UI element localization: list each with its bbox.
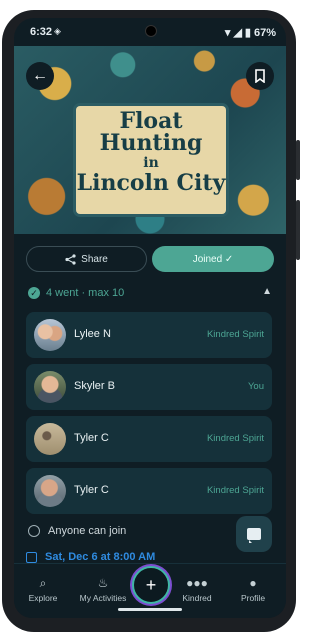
- event-date: Sat, Dec 6 at 8:00 AM: [45, 551, 156, 563]
- member-name: Tyler C: [74, 484, 109, 496]
- check-circle-icon: ✓: [28, 287, 40, 299]
- chat-button[interactable]: [236, 516, 272, 552]
- signal-icon: ◢: [233, 27, 242, 39]
- battery-icon: ▮: [244, 27, 251, 39]
- bookmark-icon: [255, 69, 265, 83]
- event-title-line3: Lincoln City: [76, 170, 226, 196]
- nav-profile-label: Profile: [240, 593, 266, 603]
- chevron-up-icon: ▲: [262, 286, 272, 297]
- notification-icon: ◈: [54, 26, 61, 36]
- flame-icon: ♨: [97, 576, 109, 590]
- share-icon: [65, 253, 76, 265]
- member-name: Tyler C: [74, 432, 109, 444]
- member-card[interactable]: Tyler C Kindred Spirit: [26, 416, 272, 462]
- status-right: ▾ ◢ ▮ 67%: [224, 26, 276, 40]
- chat-icon: [247, 528, 261, 543]
- event-title: Float Hunting in Lincoln City: [76, 110, 226, 194]
- wifi-icon: ▾: [224, 27, 231, 39]
- member-tag: Kindred Spirit: [206, 485, 264, 496]
- calendar-icon: [26, 551, 37, 563]
- date-row: Sat, Dec 6 at 8:00 AM: [26, 551, 155, 563]
- member-tag: Kindred Spirit: [206, 433, 264, 444]
- share-button[interactable]: Share: [26, 246, 147, 272]
- home-indicator[interactable]: [118, 608, 182, 611]
- member-tag: Kindred Spirit: [206, 329, 264, 340]
- person-icon: ●: [249, 576, 257, 590]
- attendance-summary: 4 went · max 10: [46, 287, 125, 299]
- nav-explore-label: Explore: [28, 593, 58, 603]
- bookmark-button[interactable]: [246, 62, 274, 90]
- member-name: Skyler B: [74, 380, 115, 392]
- nav-my-activities[interactable]: ♨ My Activities: [76, 576, 130, 603]
- visibility-row: Anyone can join: [28, 525, 126, 537]
- action-buttons: Share Joined ✓: [26, 234, 274, 272]
- avatar: [34, 475, 66, 507]
- avatar: [34, 371, 66, 403]
- battery-percent: 67%: [253, 26, 276, 39]
- joined-button[interactable]: Joined ✓: [152, 246, 274, 272]
- nav-explore[interactable]: ⌕ Explore: [16, 576, 70, 603]
- arrow-left-icon: ←: [32, 67, 48, 84]
- event-title-line1: Float Hunting: [99, 108, 203, 156]
- joined-label: Joined ✓: [192, 253, 234, 265]
- app-screen: 6:32 ◈ ▾ ◢ ▮ 67% Float Hunting in Lincol…: [14, 18, 286, 618]
- volume-button: [296, 200, 300, 260]
- event-title-line2: in: [143, 155, 159, 171]
- visibility-text: Anyone can join: [48, 525, 127, 537]
- share-label: Share: [81, 253, 108, 265]
- group-icon: ●●●: [186, 576, 208, 590]
- avatar: [34, 319, 66, 351]
- member-tag: You: [247, 381, 264, 392]
- member-name: Lylee N: [74, 328, 111, 340]
- globe-icon: [28, 525, 40, 537]
- search-icon: ⌕: [39, 576, 47, 590]
- camera-cutout: [145, 25, 157, 37]
- nav-activities-label: My Activities: [79, 593, 127, 603]
- nav-kindred[interactable]: ●●● Kindred: [170, 576, 224, 603]
- plus-icon: +: [145, 574, 157, 595]
- member-card[interactable]: Lylee N Kindred Spirit: [26, 312, 272, 358]
- create-activity-button[interactable]: +: [132, 566, 170, 604]
- nav-kindred-label: Kindred: [182, 593, 212, 603]
- power-button: [296, 140, 300, 180]
- status-time: 6:32: [30, 26, 53, 38]
- avatar: [34, 423, 66, 455]
- back-button[interactable]: ←: [26, 62, 54, 90]
- nav-profile[interactable]: ● Profile: [226, 576, 280, 603]
- attendance-header[interactable]: ✓ 4 went · max 10 ▲: [28, 284, 272, 302]
- status-bar: 6:32 ◈ ▾ ◢ ▮ 67%: [14, 18, 286, 46]
- member-card[interactable]: Skyler B You: [26, 364, 272, 410]
- member-card[interactable]: Tyler C Kindred Spirit: [26, 468, 272, 514]
